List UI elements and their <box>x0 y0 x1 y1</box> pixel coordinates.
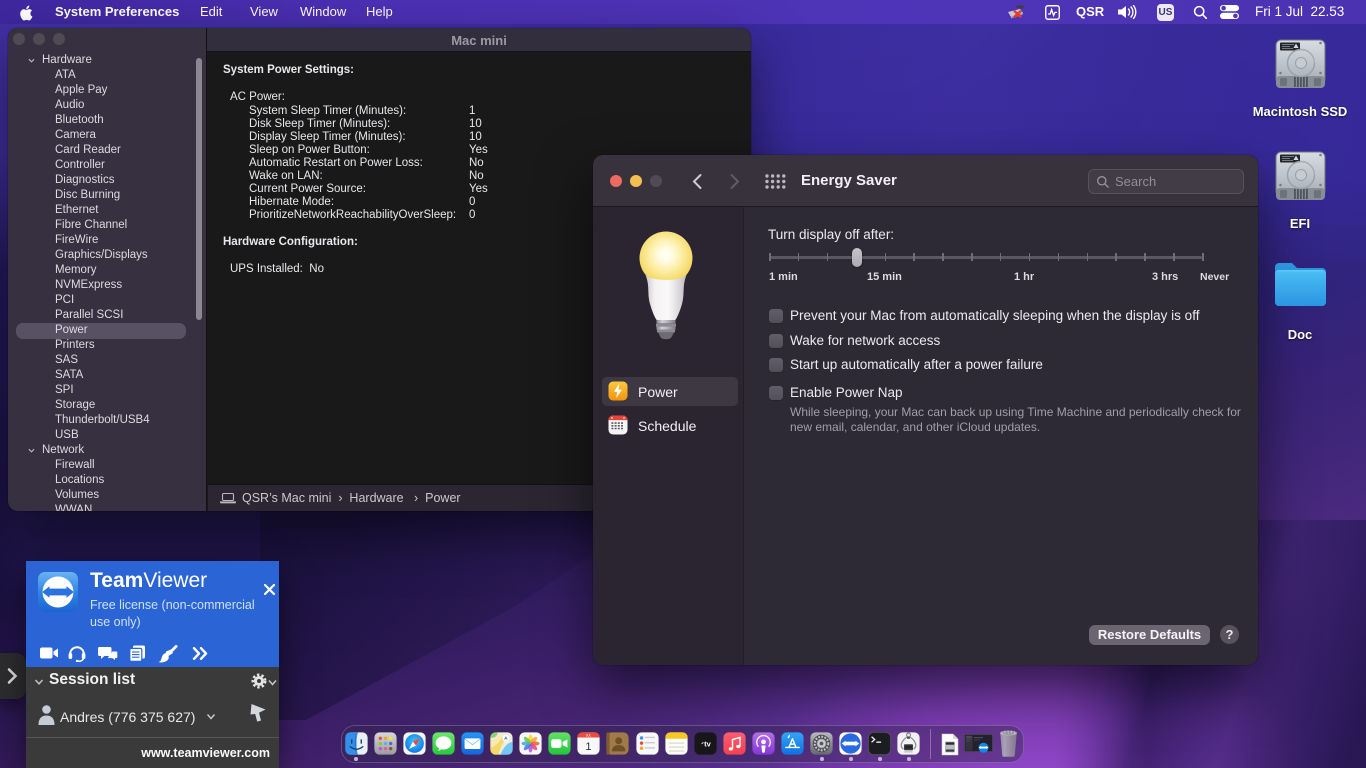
svg-text:JUL: JUL <box>586 733 592 737</box>
svg-text:tv: tv <box>704 739 712 748</box>
svg-text:1: 1 <box>586 741 592 753</box>
